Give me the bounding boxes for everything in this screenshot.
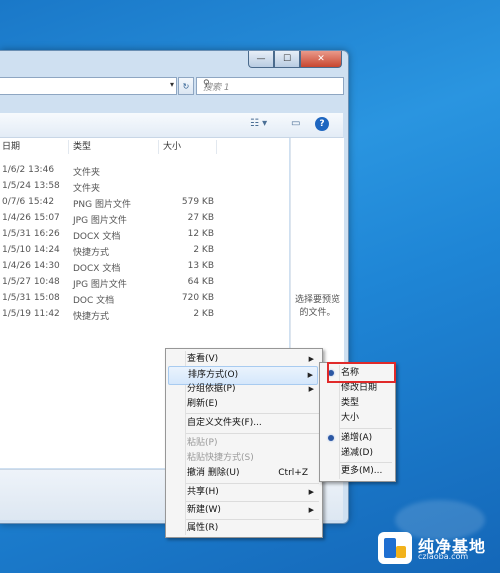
selected-radio-icon (328, 435, 334, 441)
file-row[interactable]: 1/5/31 15:08 DOC 文档 720 KB (0, 291, 289, 307)
menu-item-label: 新建(W) (187, 505, 221, 515)
file-row[interactable]: 1/4/26 14:30 DOCX 文档 13 KB (0, 259, 289, 275)
file-date: 1/6/2 13:46 (2, 165, 55, 175)
menu-item-label: 撤消 删除(U) (187, 468, 240, 478)
view-options-icon[interactable]: ☷ ▾ (250, 118, 267, 129)
file-row[interactable]: 1/5/27 10:48 JPG 图片文件 64 KB (0, 275, 289, 291)
menu-item-label: 更多(M)... (341, 466, 383, 476)
column-divider[interactable] (68, 140, 69, 154)
file-date: 0/7/6 15:42 (2, 197, 55, 207)
file-type: 快捷方式 (73, 248, 110, 258)
preview-message-line: 的文件。 (299, 308, 336, 318)
preview-message: 选择要预览 的文件。 (291, 294, 344, 320)
file-row[interactable]: 1/4/26 15:07 JPG 图片文件 27 KB (0, 211, 289, 227)
submenu-arrow-icon: ▶ (308, 488, 314, 496)
search-icon[interactable]: ⚲ (203, 79, 340, 89)
file-type: PNG 图片文件 (73, 200, 131, 210)
menu-separator (186, 413, 319, 414)
menu-item-customize[interactable]: 自定义文件夹(F)... (168, 415, 318, 432)
file-date: 1/5/31 16:26 (2, 229, 60, 239)
preview-pane-icon[interactable]: ▭ (291, 118, 300, 129)
maximize-button[interactable]: ☐ (274, 51, 300, 68)
highlight-box (327, 362, 396, 383)
sort-descending[interactable]: 递减(D) (322, 445, 392, 462)
file-type: 文件夹 (73, 184, 101, 194)
menu-separator (186, 433, 319, 434)
menu-item-label: 递减(D) (341, 448, 373, 458)
file-row[interactable]: 1/5/31 16:26 DOCX 文档 12 KB (0, 227, 289, 243)
file-size: 27 KB (187, 213, 214, 223)
address-bar[interactable]: ▾ (0, 77, 177, 95)
file-row[interactable]: 0/7/6 15:42 PNG 图片文件 579 KB (0, 195, 289, 211)
file-type: DOC 文档 (73, 296, 115, 306)
watermark-url: czlaoba.com (418, 552, 469, 561)
file-size: 12 KB (187, 229, 214, 239)
file-type: 文件夹 (73, 168, 101, 178)
menu-item-label: 大小 (341, 413, 360, 423)
file-row[interactable]: 1/5/19 11:42 快捷方式 2 KB (0, 307, 289, 323)
menu-item-properties[interactable]: 属性(R) (168, 520, 318, 537)
help-icon[interactable]: ? (315, 117, 329, 131)
column-size[interactable]: 大小 (163, 138, 181, 156)
file-date: 1/5/24 13:58 (2, 181, 60, 191)
file-row[interactable]: 1/5/10 14:24 快捷方式 2 KB (0, 243, 289, 259)
file-date: 1/5/19 11:42 (2, 309, 60, 319)
file-row[interactable]: 1/6/2 13:46 文件夹 (0, 163, 289, 179)
menu-item-label: 属性(R) (187, 523, 219, 533)
column-type[interactable]: 类型 (73, 138, 91, 156)
file-row[interactable]: 1/5/24 13:58 文件夹 (0, 179, 289, 195)
file-type: JPG 图片文件 (73, 216, 127, 226)
file-date: 1/4/26 15:07 (2, 213, 60, 223)
file-date: 1/5/10 14:24 (2, 245, 60, 255)
search-input[interactable]: 搜索 1 ⚲ (196, 77, 344, 95)
menu-item-shortcut: Ctrl+Z (278, 468, 308, 478)
file-size: 64 KB (187, 277, 214, 287)
minimize-button[interactable]: — (248, 51, 274, 68)
address-dropdown-icon[interactable]: ▾ (170, 80, 174, 89)
submenu-arrow-icon: ▶ (308, 506, 314, 514)
file-date: 1/5/27 10:48 (2, 277, 60, 287)
menu-item-share[interactable]: 共享(H) ▶ (168, 484, 318, 501)
menu-item-new[interactable]: 新建(W) ▶ (168, 502, 318, 519)
column-divider[interactable] (158, 140, 159, 154)
file-type: DOCX 文档 (73, 232, 121, 242)
menu-item-label: 刷新(E) (187, 399, 218, 409)
preview-message-line: 选择要预览 (294, 295, 340, 305)
file-type: 快捷方式 (73, 312, 110, 322)
menu-item-undo-delete[interactable]: 撤消 删除(U) Ctrl+Z (168, 465, 318, 482)
sort-more[interactable]: 更多(M)... (322, 463, 392, 480)
file-size: 13 KB (187, 261, 214, 271)
close-button[interactable]: ✕ (300, 51, 342, 68)
file-date: 1/4/26 14:30 (2, 261, 60, 271)
command-bar: ☷ ▾ ▭ ? (0, 113, 343, 138)
file-size: 2 KB (193, 245, 214, 255)
menu-item-refresh[interactable]: 刷新(E) (168, 396, 318, 413)
file-date: 1/5/31 15:08 (2, 293, 60, 303)
file-type: DOCX 文档 (73, 264, 121, 274)
menu-separator (340, 428, 392, 429)
logo-icon (378, 532, 412, 564)
menu-item-label: 共享(H) (187, 487, 219, 497)
context-menu: 查看(V) ▶ 排序方式(O) ▶ 分组依据(P) ▶ 刷新(E) 自定义文件夹(F)… (165, 348, 323, 538)
watermark-logo: 纯净基地 czlaoba.com (376, 530, 496, 566)
file-size: 2 KB (193, 309, 214, 319)
menu-item-label: 自定义文件夹(F)... (187, 418, 262, 428)
file-type: JPG 图片文件 (73, 280, 127, 290)
column-date[interactable]: 日期 (2, 138, 20, 156)
sort-by-size[interactable]: 大小 (322, 410, 392, 427)
column-divider[interactable] (216, 140, 217, 154)
file-size: 579 KB (181, 197, 214, 207)
refresh-icon[interactable]: ↻ (178, 77, 194, 95)
caption-buttons: — ☐ ✕ (248, 51, 342, 69)
file-size: 720 KB (181, 293, 214, 303)
